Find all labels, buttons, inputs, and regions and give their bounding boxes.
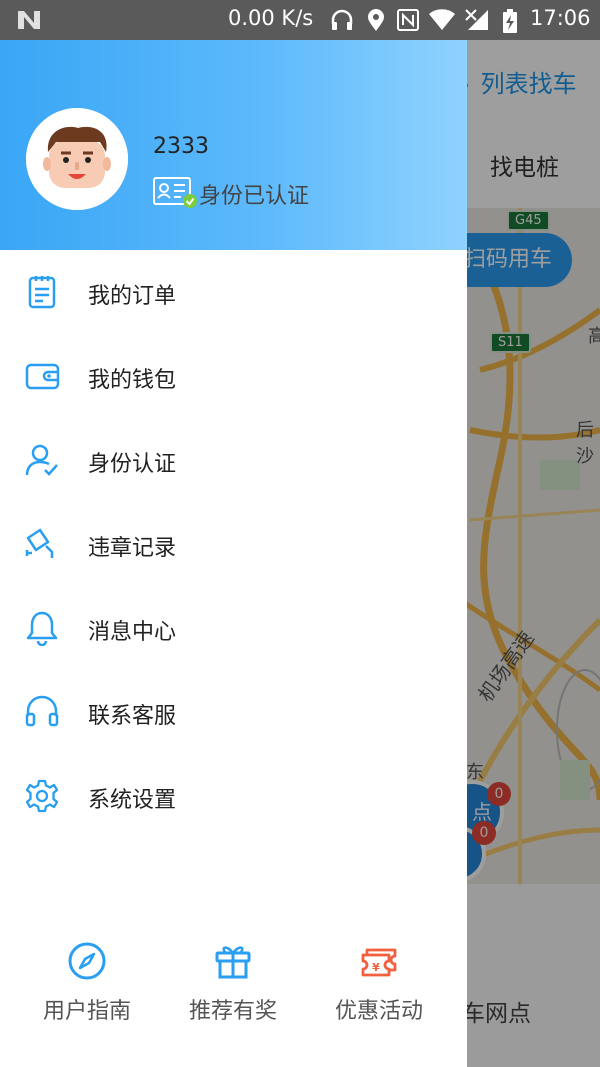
user-guide-label: 用户指南	[42, 999, 131, 1024]
menu-item-label: 身份认证	[88, 452, 177, 477]
notification-n-icon	[18, 11, 40, 29]
navigation-drawer: 2333 身份已认证 我的订单 我的钱包 身份认证 违章记录 消息中心 联系客服…	[0, 40, 467, 1067]
verify-status-row: 身份已认证	[153, 174, 309, 209]
user-guide-button[interactable]: 用户指南	[14, 935, 160, 1035]
promotions-label: 优惠活动	[334, 999, 423, 1024]
avatar-face-icon	[26, 108, 128, 210]
camera-icon	[25, 528, 54, 558]
menu-item-messages[interactable]: 消息中心	[0, 586, 467, 670]
menu-item-label: 我的钱包	[88, 368, 177, 393]
headphones-icon	[331, 9, 353, 30]
menu-item-label: 消息中心	[88, 620, 177, 645]
nfc-icon	[397, 9, 419, 31]
gear-icon	[25, 779, 59, 813]
verify-status-text: 身份已认证	[199, 184, 310, 209]
clock: 17:06	[530, 6, 591, 30]
gift-icon	[215, 946, 251, 979]
signal-icon	[465, 9, 488, 30]
menu-item-label: 违章记录	[88, 536, 177, 561]
menu-item-wallet[interactable]: 我的钱包	[0, 334, 467, 418]
menu-item-violations[interactable]: 违章记录	[0, 502, 467, 586]
location-icon	[368, 9, 384, 31]
promotions-button[interactable]: ¥ 优惠活动	[306, 935, 452, 1035]
id-card-verified-icon	[153, 177, 197, 208]
menu-item-identity[interactable]: 身份认证	[0, 418, 467, 502]
menu-item-settings[interactable]: 系统设置	[0, 754, 467, 838]
wallet-icon	[25, 363, 60, 390]
order-icon	[28, 276, 56, 309]
svg-text:¥: ¥	[372, 961, 380, 974]
menu-item-support[interactable]: 联系客服	[0, 670, 467, 754]
drawer-header: 2333 身份已认证	[0, 40, 467, 250]
compass-icon	[68, 942, 106, 980]
referral-reward-label: 推荐有奖	[188, 999, 277, 1024]
network-speed: 0.00 K/s	[228, 6, 314, 30]
status-bar: 0.00 K/s 17:06	[0, 0, 600, 40]
battery-charging-icon	[503, 9, 517, 33]
menu-item-label: 联系客服	[88, 704, 177, 729]
menu-item-orders[interactable]: 我的订单	[0, 250, 467, 334]
menu-item-label: 我的订单	[88, 284, 177, 309]
wifi-icon	[429, 9, 455, 30]
ticket-icon: ¥	[361, 948, 397, 977]
referral-reward-button[interactable]: 推荐有奖	[160, 935, 306, 1035]
bell-icon	[26, 611, 58, 646]
username: 2333	[153, 134, 209, 159]
avatar[interactable]	[26, 108, 128, 210]
headset-icon	[25, 695, 59, 727]
drawer-bottom-bar: 用户指南 推荐有奖 ¥ 优惠活动	[0, 935, 467, 1035]
menu-item-label: 系统设置	[88, 788, 177, 813]
user-check-icon	[25, 444, 58, 476]
